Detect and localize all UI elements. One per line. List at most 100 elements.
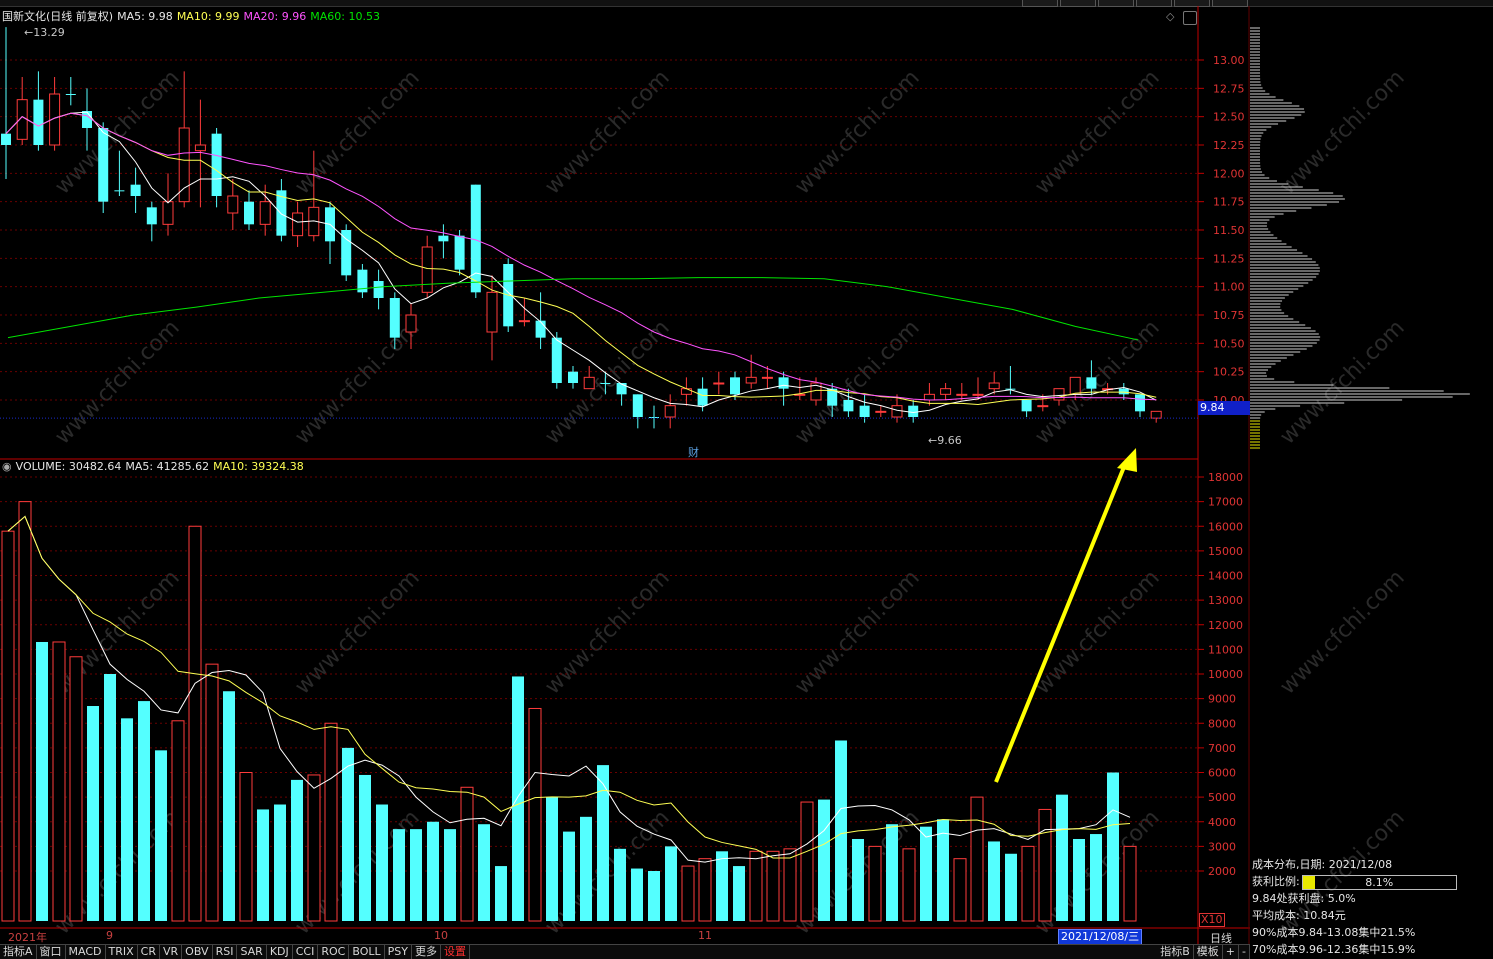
ma10-line (5, 112, 1157, 406)
volume-bar-down (835, 740, 847, 921)
candle-body-up (162, 201, 174, 225)
finance-marker[interactable]: 财 (688, 444, 699, 460)
candle-body-up (923, 393, 935, 401)
indicator-tab[interactable]: KDJ (267, 945, 293, 959)
candle-body-down (438, 235, 449, 242)
price-tick-label: 11.25 (1213, 252, 1245, 265)
candle-body-up (227, 195, 239, 214)
cost-90: 90%成本9.84-13.08集中21.5% (1252, 926, 1416, 939)
volume-bar-up (460, 786, 474, 922)
stock-title[interactable]: 国新文化(日线 前复权) (2, 10, 113, 23)
diamond-icon[interactable]: ◇ (1166, 11, 1178, 23)
candle-body-down (146, 207, 157, 225)
indicator-tab[interactable]: SAR (237, 945, 267, 959)
candle-body-up (1150, 410, 1162, 419)
window-icon[interactable] (1183, 11, 1197, 25)
candle-body-down (908, 405, 919, 417)
volume-bar-down (631, 868, 643, 921)
volume-tick-label: 2000 (1208, 865, 1236, 878)
candle-body-down (470, 184, 481, 293)
volume-bar-up (953, 858, 967, 922)
volume-bar-down (342, 747, 354, 921)
indicator-tab[interactable]: VR (160, 945, 183, 959)
indicator-tab[interactable]: BOLL (349, 945, 385, 959)
candle-body-down (697, 388, 708, 406)
ma10-label: MA10: 9.99 (176, 10, 240, 23)
price-tick-label: 12.50 (1213, 111, 1245, 124)
right-tab[interactable]: + (1223, 945, 1240, 959)
candle-body-down (130, 184, 141, 196)
indicator-tab[interactable]: 窗口 (37, 945, 66, 959)
indicator-tab[interactable]: 指标A (0, 945, 37, 959)
volume-bar-down (580, 816, 592, 921)
price-tick-label: 10.50 (1213, 337, 1245, 350)
candle-body-down (114, 190, 125, 192)
date-label: 10 (434, 929, 448, 942)
ma60-line (7, 277, 1139, 341)
candle-body-up (518, 320, 530, 323)
volume-tick-label: 4000 (1208, 816, 1236, 829)
volume-bar-down (886, 824, 898, 921)
candle-body-down (616, 383, 627, 395)
price-tick-label: 11.00 (1213, 281, 1245, 294)
candle-body-up (664, 405, 676, 418)
volume-bar-up (1021, 845, 1035, 922)
indicator-tab[interactable]: RSI (213, 945, 238, 959)
cost-distribution-chart (1250, 27, 1470, 449)
date-label: 11 (698, 929, 712, 942)
volume-bar-down (427, 821, 439, 921)
candle-body-up (1053, 388, 1065, 401)
volume-tick-label: 16000 (1208, 520, 1243, 533)
cost-70: 70%成本9.96-12.36集中15.9% (1252, 943, 1416, 956)
volume-tick-label: 7000 (1208, 742, 1236, 755)
indicator-tab[interactable]: TRIX (106, 945, 138, 959)
volume-tick-label: 14000 (1208, 570, 1243, 583)
indicator-tab[interactable]: MACD (66, 945, 106, 959)
current-price-tag: 9.84 (1198, 401, 1250, 415)
candle-body-up (988, 382, 1000, 390)
candle-body-down (843, 400, 854, 412)
volume-bar-down (648, 871, 660, 921)
indicator-tab[interactable]: CR (138, 945, 160, 959)
volume-bar-up (307, 774, 321, 922)
indicator-tab[interactable]: CCI (293, 945, 319, 959)
cost-title: 成本分布,日期: 2021/12/08 (1252, 858, 1393, 871)
indicator-tab[interactable]: 设置 (441, 945, 470, 959)
candle-body-down (730, 377, 740, 395)
volume-bar-down (988, 841, 1000, 921)
candle-body-up (405, 314, 417, 333)
volume-bar-down (495, 866, 507, 921)
indicator-tab[interactable]: OBV (182, 945, 213, 959)
candle-body-up (194, 144, 206, 152)
indicator-tab[interactable]: ROC (318, 945, 350, 959)
indicator-tab[interactable]: 更多 (412, 945, 441, 959)
indicator-tab[interactable]: PSY (385, 945, 412, 959)
average-cost: 平均成本: 10.84元 (1252, 909, 1346, 922)
volume-bar-up (69, 656, 83, 922)
vol-ma5-label: MA5: 41285.62 (125, 460, 210, 473)
right-tab[interactable]: 模板 (1194, 945, 1223, 959)
price-tick-label: 11.50 (1213, 224, 1245, 237)
volume-bar-down (1090, 834, 1102, 921)
right-tab[interactable]: - (1239, 945, 1250, 959)
candle-body-down (82, 111, 92, 128)
volume-bar-up (528, 707, 542, 922)
indicator-tabs[interactable]: 指标A 窗口 MACD TRIX CR VR OBV RSI SAR KDJ CCI ROC BOLL P… (0, 944, 1250, 959)
volume-bar-up (800, 801, 814, 922)
volume-bar-down (138, 701, 150, 921)
candle-body-down (632, 394, 643, 417)
volume-bar-up (52, 641, 66, 922)
volume-bar-down (818, 799, 830, 921)
volume-bar-down (393, 829, 405, 921)
right-tab[interactable]: 指标B (1157, 945, 1194, 959)
candle-body-up (583, 376, 595, 390)
profit-ratio-text: 8.1% (1365, 875, 1394, 889)
collapse-icon[interactable]: ◉ (2, 460, 12, 473)
candle-body-down (454, 235, 465, 270)
candle-body-down (1135, 394, 1145, 412)
volume-bar-up (18, 501, 32, 922)
candle-body-up (761, 376, 773, 379)
volume-bar-down (376, 804, 388, 921)
volume-bar-down (478, 824, 490, 921)
annotation-arrow-shaft (994, 461, 1128, 783)
